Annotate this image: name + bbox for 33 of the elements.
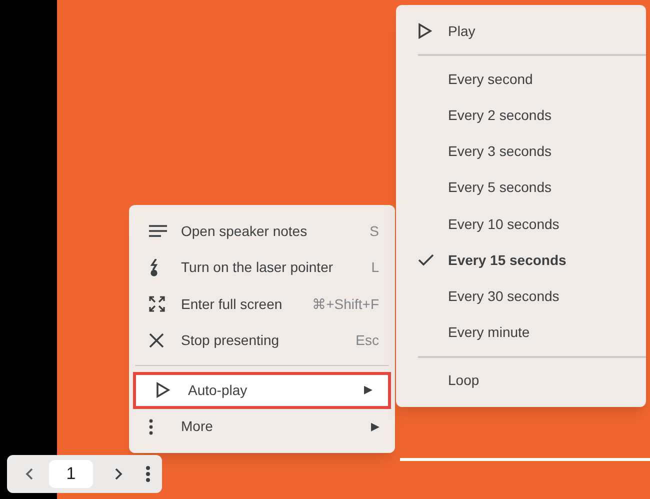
- fullscreen-icon: [149, 296, 165, 312]
- submenu-arrow: ▶: [364, 383, 372, 398]
- chevron-left-icon[interactable]: [25, 467, 35, 481]
- play-outline-icon: [156, 382, 170, 398]
- submenu-item[interactable]: Every 15 seconds: [396, 242, 646, 278]
- menu-item[interactable]: Turn on the laser pointer L: [129, 250, 395, 286]
- checkmark-icon: [418, 254, 434, 266]
- submenu-item[interactable]: Every 3 seconds: [396, 134, 646, 170]
- shortcut-hint: S: [370, 222, 379, 241]
- close-icon: [149, 333, 164, 348]
- submenu-item[interactable]: Every minute: [396, 314, 646, 351]
- menu-item[interactable]: More ▶: [129, 408, 395, 445]
- submenu-item[interactable]: Every 10 seconds: [396, 206, 646, 242]
- menu-item[interactable]: Stop presenting Esc: [129, 322, 395, 359]
- submenu-item[interactable]: Every second: [396, 61, 646, 98]
- submenu-item[interactable]: Every 5 seconds: [396, 170, 646, 206]
- shortcut-hint: ⌘+Shift+F: [312, 294, 379, 314]
- more-vertical-icon[interactable]: [145, 465, 151, 483]
- notes-lines-icon: [149, 225, 167, 238]
- play-outline-icon: [418, 23, 432, 40]
- menu-item[interactable]: Auto-play ▶: [133, 372, 391, 408]
- submenu-arrow: ▶: [371, 420, 379, 434]
- chevron-right-icon[interactable]: [113, 467, 123, 481]
- page-number-field[interactable]: 1: [49, 460, 93, 488]
- shortcut-hint: L: [371, 258, 379, 278]
- submenu-item[interactable]: Every 2 seconds: [396, 97, 646, 134]
- menu-item[interactable]: Enter full screen ⌘+Shift+F: [129, 286, 395, 322]
- submenu-item[interactable]: Every 30 seconds: [396, 278, 646, 314]
- shortcut-hint: Esc: [356, 331, 379, 350]
- submenu-item[interactable]: Loop: [396, 362, 646, 399]
- submenu-item[interactable]: Play: [396, 13, 646, 50]
- menu-item[interactable]: Open speaker notes S: [129, 213, 395, 250]
- more-vertical-icon: [149, 418, 153, 435]
